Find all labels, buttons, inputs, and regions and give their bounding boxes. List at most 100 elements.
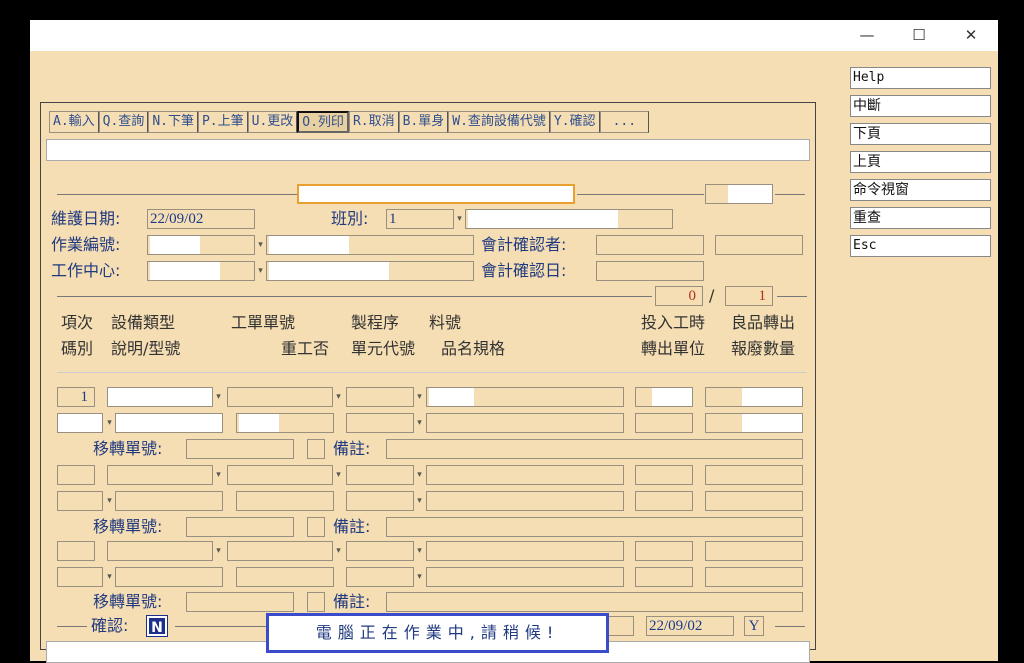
shift-input[interactable]: 1: [386, 209, 454, 229]
dropdown-icon[interactable]: ▾: [256, 262, 265, 280]
remark-field[interactable]: [386, 592, 803, 612]
maint-date-input[interactable]: 22/09/02: [147, 209, 255, 229]
out-unit-field[interactable]: [635, 567, 693, 587]
dropdown-icon[interactable]: ▾: [415, 492, 424, 510]
dropdown-icon[interactable]: ▾: [334, 466, 343, 484]
rework-field[interactable]: [236, 567, 334, 587]
sidebar-command-window[interactable]: 命令視窗: [850, 179, 991, 201]
code-field[interactable]: [57, 491, 103, 511]
rework-field[interactable]: [236, 491, 334, 511]
transfer-flag-field[interactable]: [307, 439, 325, 459]
equipment-type-field[interactable]: [107, 465, 213, 485]
dropdown-icon[interactable]: ▾: [214, 388, 223, 406]
spec-field: [426, 413, 624, 433]
work-center-input[interactable]: [147, 261, 255, 281]
transfer-no-field[interactable]: [186, 517, 294, 537]
dropdown-icon[interactable]: ▾: [256, 236, 265, 254]
work-no-input[interactable]: [147, 235, 255, 255]
part-no-field[interactable]: [426, 541, 624, 561]
work-center-desc-field: [266, 261, 474, 281]
equipment-type-field[interactable]: [107, 387, 213, 407]
remark-field[interactable]: [386, 517, 803, 537]
col-equipment-type: 設備類型: [111, 313, 176, 332]
code-field[interactable]: [57, 413, 103, 433]
dropdown-icon[interactable]: ▾: [415, 466, 424, 484]
minimize-button[interactable]: —: [844, 20, 890, 51]
menu-prev[interactable]: P.上筆: [197, 111, 248, 133]
remark-field[interactable]: [386, 439, 803, 459]
menu-query[interactable]: Q.查詢: [98, 111, 149, 133]
menu-detail[interactable]: B.單身: [398, 111, 449, 133]
maint-date-label: 維護日期:: [51, 209, 121, 228]
equipment-type-field[interactable]: [107, 541, 213, 561]
dropdown-icon[interactable]: ▾: [214, 466, 223, 484]
input-hours-field[interactable]: [635, 541, 693, 561]
part-no-field[interactable]: [426, 387, 624, 407]
input-hours-field[interactable]: [635, 387, 693, 407]
good-out-field[interactable]: [705, 541, 803, 561]
dropdown-icon[interactable]: ▾: [415, 414, 424, 432]
sidebar-esc[interactable]: Esc: [850, 235, 991, 257]
input-hours-field[interactable]: [635, 465, 693, 485]
sidebar-next-page[interactable]: 下頁: [850, 123, 991, 145]
scrap-qty-field[interactable]: [705, 413, 803, 433]
dropdown-icon[interactable]: ▾: [105, 568, 114, 586]
dropdown-icon[interactable]: ▾: [105, 414, 114, 432]
transfer-flag-field[interactable]: [307, 517, 325, 537]
process-seq-field[interactable]: [346, 387, 414, 407]
dropdown-icon[interactable]: ▾: [415, 388, 424, 406]
code-field[interactable]: [57, 567, 103, 587]
transfer-flag-field[interactable]: [307, 592, 325, 612]
good-out-field[interactable]: [705, 465, 803, 485]
item-no-field[interactable]: [57, 541, 95, 561]
dropdown-icon[interactable]: ▾: [415, 568, 424, 586]
out-unit-field[interactable]: [635, 413, 693, 433]
dropdown-icon[interactable]: ▾: [455, 210, 464, 228]
menu-update[interactable]: U.更改: [247, 111, 298, 133]
process-seq-field[interactable]: [346, 465, 414, 485]
dropdown-icon[interactable]: ▾: [334, 388, 343, 406]
dropdown-icon[interactable]: ▾: [105, 492, 114, 510]
sidebar-requery[interactable]: 重查: [850, 207, 991, 229]
remark-label: 備註:: [333, 592, 371, 611]
maximize-button[interactable]: ☐: [896, 20, 942, 51]
dropdown-icon[interactable]: ▾: [334, 542, 343, 560]
item-no-field[interactable]: 1: [57, 387, 95, 407]
transfer-no-field[interactable]: [186, 592, 294, 612]
sidebar-interrupt[interactable]: 中斷: [850, 95, 991, 117]
acct-confirm-by-field: [596, 235, 704, 255]
divider: [775, 194, 805, 195]
work-order-field[interactable]: [227, 541, 333, 561]
unit-code-field[interactable]: [346, 491, 414, 511]
desc-model-field[interactable]: [115, 413, 223, 433]
transfer-no-field[interactable]: [186, 439, 294, 459]
sidebar-prev-page[interactable]: 上頁: [850, 151, 991, 173]
unit-code-field[interactable]: [346, 567, 414, 587]
dropdown-icon[interactable]: ▾: [214, 542, 223, 560]
confirm-value[interactable]: N: [146, 615, 168, 637]
item-no-field[interactable]: [57, 465, 95, 485]
sidebar-help[interactable]: Help: [850, 67, 991, 89]
out-unit-field[interactable]: [635, 491, 693, 511]
work-order-field[interactable]: [227, 387, 333, 407]
menu-query-equipment[interactable]: W.查詢設備代號: [448, 111, 550, 133]
process-seq-field[interactable]: [346, 541, 414, 561]
work-order-field[interactable]: [227, 465, 333, 485]
menu-print[interactable]: O.列印: [297, 111, 349, 133]
close-button[interactable]: ✕: [948, 20, 994, 51]
good-out-field[interactable]: [705, 387, 803, 407]
menu-next[interactable]: N.下筆: [148, 111, 198, 133]
desc-model-field[interactable]: [115, 491, 223, 511]
rework-field[interactable]: [236, 413, 334, 433]
part-no-field[interactable]: [426, 465, 624, 485]
menu-input[interactable]: A.輸入: [49, 111, 99, 133]
scrap-qty-field[interactable]: [705, 567, 803, 587]
spec-field: [426, 491, 624, 511]
menu-confirm[interactable]: Y.確認: [549, 111, 600, 133]
menu-cancel[interactable]: R.取消: [348, 111, 399, 133]
dropdown-icon[interactable]: ▾: [415, 542, 424, 560]
scrap-qty-field[interactable]: [705, 491, 803, 511]
desc-model-field[interactable]: [115, 567, 223, 587]
menu-more[interactable]: ...: [599, 111, 650, 133]
unit-code-field[interactable]: [346, 413, 414, 433]
